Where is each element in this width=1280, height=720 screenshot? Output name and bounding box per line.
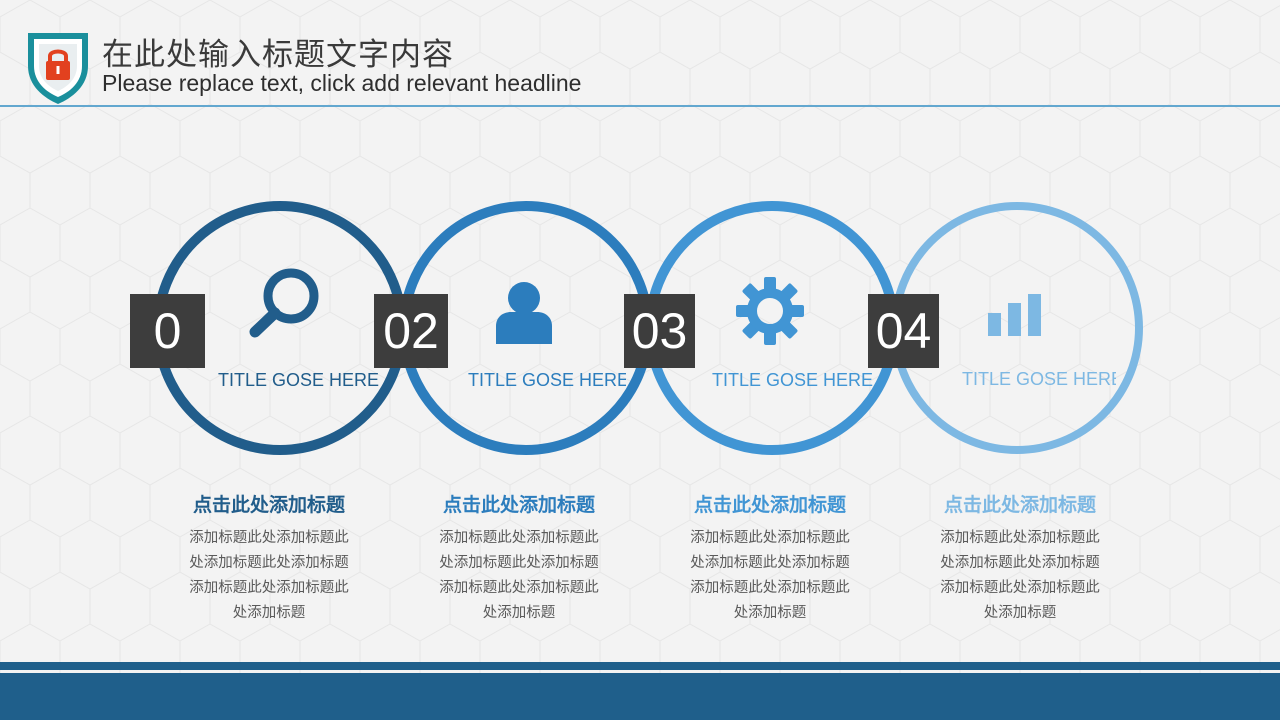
step-3-caption: TITLE GOSE HERE <box>712 370 874 390</box>
step-2-description: 添加标题此处添加标题此 处添加标题此处添加标题 添加标题此处添加标题此 处添加标… <box>394 526 644 626</box>
step-4-heading: 点击此处添加标题 <box>943 494 1096 516</box>
description-line: 处添加标题 <box>733 605 807 621</box>
step-4-caption: TITLE GOSE HERE <box>962 369 1116 389</box>
description-line: 处添加标题此处添加标题 <box>940 555 1100 571</box>
description-line: 处添加标题此处添加标题 <box>439 555 599 571</box>
description-line: 处添加标题 <box>232 605 306 621</box>
step-2-number: 02 <box>374 294 448 368</box>
description-line: 添加标题此处添加标题此 <box>940 580 1100 596</box>
step-1-description: 添加标题此处添加标题此 处添加标题此处添加标题 添加标题此处添加标题此 处添加标… <box>144 526 394 626</box>
description-line: 添加标题此处添加标题此 <box>690 580 850 596</box>
description-line: 处添加标题 <box>482 605 556 621</box>
search-icon <box>249 268 319 338</box>
description-line: 添加标题此处添加标题此 <box>189 530 349 546</box>
step-1-number: 0 <box>130 294 205 368</box>
bar-chart-icon <box>988 294 1041 336</box>
user-icon <box>496 282 552 344</box>
footer-bar <box>0 673 1280 720</box>
step-3-description: 添加标题此处添加标题此 处添加标题此处添加标题 添加标题此处添加标题此 处添加标… <box>645 526 895 626</box>
step-1-caption: TITLE GOSE HERE <box>218 370 380 390</box>
description-line: 添加标题此处添加标题此 <box>439 580 599 596</box>
step-1-heading: 点击此处添加标题 <box>192 494 345 516</box>
description-line: 添加标题此处添加标题此 <box>439 530 599 546</box>
description-line: 处添加标题此处添加标题 <box>690 555 850 571</box>
description-line: 添加标题此处添加标题此 <box>189 580 349 596</box>
description-line: 添加标题此处添加标题此 <box>690 530 850 546</box>
step-2-caption: TITLE GOSE HERE <box>468 370 626 390</box>
description-line: 添加标题此处添加标题此 <box>940 530 1100 546</box>
description-line: 处添加标题此处添加标题 <box>189 555 349 571</box>
footer-stripe <box>0 662 1280 670</box>
gear-icon <box>736 277 804 345</box>
step-3-heading: 点击此处添加标题 <box>693 494 846 516</box>
step-4-number: 04 <box>868 294 939 368</box>
description-line: 处添加标题 <box>983 605 1057 621</box>
step-2-heading: 点击此处添加标题 <box>442 494 595 516</box>
step-4-description: 添加标题此处添加标题此 处添加标题此处添加标题 添加标题此处添加标题此 处添加标… <box>895 526 1145 626</box>
step-3-number: 03 <box>624 294 695 368</box>
